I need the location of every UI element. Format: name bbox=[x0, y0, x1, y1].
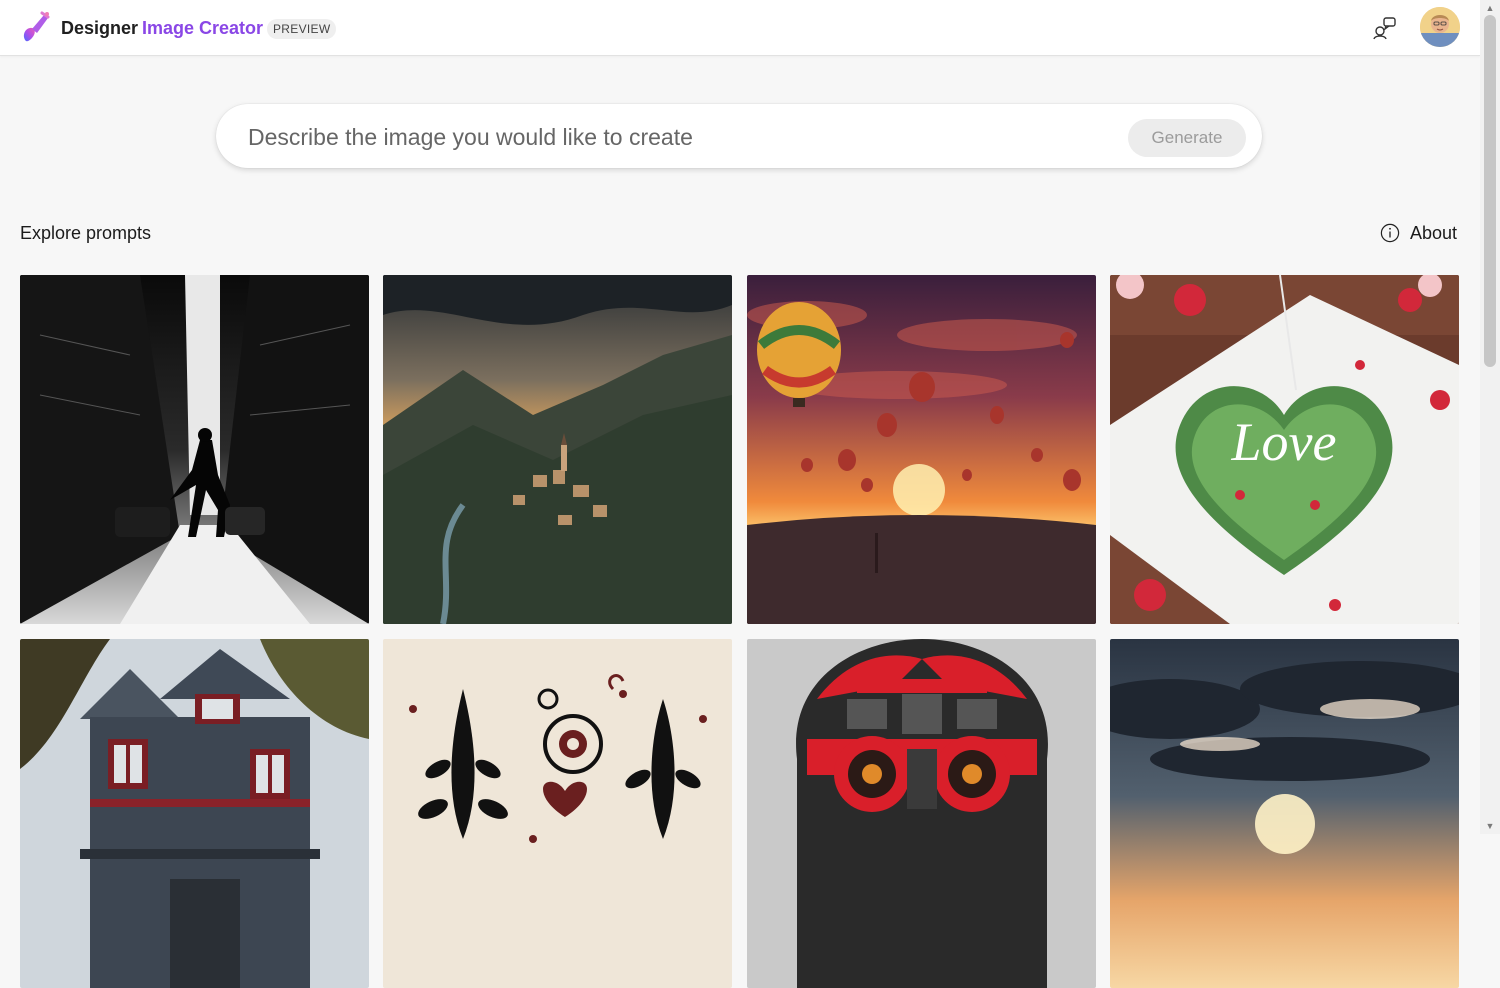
prompt-card-victorian-house[interactable] bbox=[20, 639, 369, 988]
hot-air-balloons-image bbox=[747, 275, 1096, 624]
brand-name: Designer bbox=[61, 18, 139, 38]
scroll-up-arrow-icon[interactable]: ▲ bbox=[1484, 2, 1496, 14]
prompt-card-robot-face[interactable] bbox=[747, 639, 1096, 988]
explore-prompts-heading: Explore prompts bbox=[20, 223, 152, 243]
preview-badge: PREVIEW bbox=[267, 19, 337, 39]
prompt-card-mountain-town[interactable] bbox=[383, 275, 732, 624]
prompt-card-folk-art-pattern[interactable] bbox=[383, 639, 732, 988]
prompt-search-bar: Generate bbox=[216, 104, 1262, 168]
mountain-town-image bbox=[383, 275, 732, 624]
info-icon bbox=[1380, 223, 1400, 243]
prompt-card-hot-air-balloons[interactable] bbox=[747, 275, 1096, 624]
prompt-input[interactable] bbox=[246, 118, 1110, 156]
top-bar: Designer Image Creator PREVIEW bbox=[0, 0, 1480, 56]
scroll-down-arrow-icon[interactable]: ▼ bbox=[1484, 820, 1496, 832]
prompt-card-noir-alley[interactable] bbox=[20, 275, 369, 624]
about-link[interactable]: About bbox=[1380, 221, 1457, 245]
about-label: About bbox=[1410, 222, 1458, 243]
noir-alley-image bbox=[20, 275, 369, 624]
product-name[interactable]: Image Creator bbox=[142, 18, 263, 39]
feedback-icon[interactable] bbox=[1372, 15, 1398, 41]
designer-logo-icon[interactable] bbox=[20, 11, 52, 45]
scrollbar-thumb[interactable] bbox=[1484, 15, 1496, 367]
prompt-card-love-heart[interactable]: Love bbox=[1110, 275, 1459, 624]
love-heart-image: Love bbox=[1110, 275, 1459, 624]
folk-art-pattern-image bbox=[383, 639, 732, 988]
user-avatar[interactable] bbox=[1420, 7, 1460, 47]
prompt-card-sunset-sky[interactable] bbox=[1110, 639, 1459, 988]
generate-button[interactable]: Generate bbox=[1128, 119, 1246, 157]
victorian-house-image bbox=[20, 639, 369, 988]
robot-face-image bbox=[747, 639, 1096, 988]
sunset-sky-image bbox=[1110, 639, 1459, 988]
love-script-text: Love bbox=[1231, 412, 1337, 472]
